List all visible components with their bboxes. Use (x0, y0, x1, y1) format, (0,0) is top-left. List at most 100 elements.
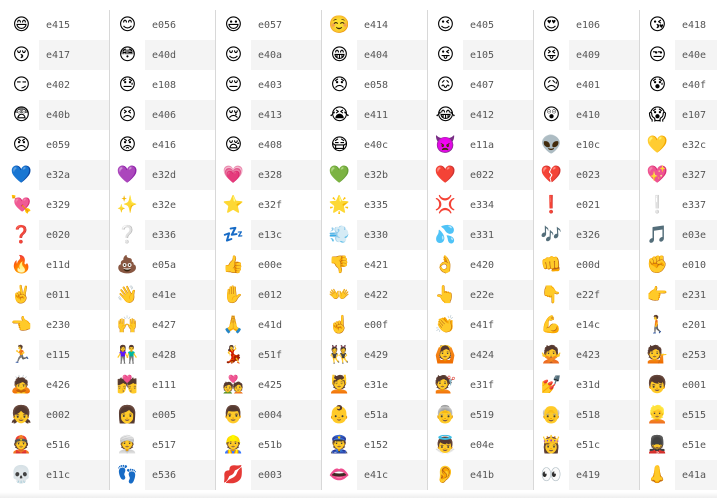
emoji-code-label: e420 (463, 250, 534, 280)
emoji-code-label: e412 (463, 100, 534, 130)
emoji-code-label: e201 (675, 310, 717, 340)
emoji-code-label: e51c (569, 430, 640, 460)
emoji-code-label: e417 (39, 40, 110, 70)
tongue-wink-face-icon: 😜 (428, 40, 463, 70)
squinting-tongue-face-icon: 😝 (534, 40, 569, 70)
emoji-code-label: e335 (357, 190, 428, 220)
emoji-code-label: e51b (251, 430, 322, 460)
emoji-code-label: e41a (675, 460, 717, 490)
emoji-code-label: e001 (675, 370, 717, 400)
emoji-code-label: e32b (357, 160, 428, 190)
nail-polish-icon: 💅 (534, 370, 569, 400)
emoji-code-label: e41e (145, 280, 216, 310)
beaming-face-icon: 😁 (322, 40, 357, 70)
emoji-code-label: e107 (675, 100, 717, 130)
emoji-code-label: e403 (251, 70, 322, 100)
emoji-code-label: e428 (145, 340, 216, 370)
folded-hands-icon: 🙏 (216, 310, 251, 340)
emoji-code-label: e423 (569, 340, 640, 370)
table-row: 💘 e329 ✨ e32e ⭐ e32f 🌟 e335 💢 e334 ❗ e021 ❕ e337 (4, 190, 717, 220)
emoji-code-label: e05a (145, 250, 216, 280)
emoji-code-label: e327 (675, 160, 717, 190)
purple-heart-icon: 💜 (110, 160, 145, 190)
smiling-face-icon: 😄 (4, 10, 39, 40)
pink-heart-icon: 💗 (216, 160, 251, 190)
screaming-face-icon: 😱 (640, 100, 675, 130)
alien-icon: 👽 (534, 130, 569, 160)
man-icon: 👨 (216, 400, 251, 430)
heart-eyes-face-icon: 😍 (534, 10, 569, 40)
question-mark-icon: ❔ (110, 220, 145, 250)
construction-worker-icon: 👷 (216, 430, 251, 460)
table-row: 👧 e002 👩 e005 👨 e004 👶 e51a 👵 e519 👴 e518 👱 e515 (4, 400, 717, 430)
tears-of-joy-face-icon: 😂 (428, 100, 463, 130)
emoji-code-label: e32c (675, 130, 717, 160)
emoji-code-label: e011 (39, 280, 110, 310)
face-massage-icon: 💆 (322, 370, 357, 400)
emoji-code-label: e32e (145, 190, 216, 220)
sweat-droplets-icon: 💦 (428, 220, 463, 250)
ear-icon: 👂 (428, 460, 463, 490)
emoji-code-label: e40a (251, 40, 322, 70)
winking-face-icon: 😉 (428, 10, 463, 40)
index-up-icon: ☝️ (322, 310, 357, 340)
emoji-code-label: e32f (251, 190, 322, 220)
emoji-code-label: e326 (569, 220, 640, 250)
exclamation-icon: ❗ (534, 190, 569, 220)
raised-hand-icon: ✋ (216, 280, 251, 310)
kissing-heart-face-icon: 😘 (640, 10, 675, 40)
nose-icon: 👃 (640, 460, 675, 490)
emoji-code-label: e426 (39, 370, 110, 400)
emoji-code-label: e002 (39, 400, 110, 430)
emoji-code-label: e057 (251, 10, 322, 40)
emoji-code-label: e421 (357, 250, 428, 280)
emoji-code-label: e519 (463, 400, 534, 430)
table-row: 👲 e516 👳 e517 👷 e51b 👮 e152 👼 e04e 👸 e51c 💂 e51e (4, 430, 717, 460)
red-heart-icon: ❤️ (428, 160, 463, 190)
emoji-code-label: e03e (675, 220, 717, 250)
emoji-code-label: e424 (463, 340, 534, 370)
unamused-face-icon: 😒 (640, 40, 675, 70)
table-row: ❓ e020 ❔ e336 💤 e13c 💨 e330 💦 e331 🎶 e326 🎵 e03e (4, 220, 717, 250)
emoji-code-label: e515 (675, 400, 717, 430)
thumbs-down-icon: 👎 (322, 250, 357, 280)
haircut-icon: 💇 (428, 370, 463, 400)
table-row: 😄 e415 😊 e056 😃 e057 ☺️ e414 😉 e405 😍 e106 😘 e418 (4, 10, 717, 40)
emoji-code-label: e407 (463, 70, 534, 100)
blond-person-icon: 👱 (640, 400, 675, 430)
flushed-face-icon: 😳 (110, 40, 145, 70)
raised-hands-icon: 🙌 (110, 310, 145, 340)
emoji-code-label: e41f (463, 310, 534, 340)
emoji-code-label: e04e (463, 430, 534, 460)
man-with-turban-icon: 👳 (110, 430, 145, 460)
emoji-code-label: e401 (569, 70, 640, 100)
sweat-face-icon: 😓 (110, 70, 145, 100)
bunny-dancers-icon: 👯 (322, 340, 357, 370)
zzz-icon: 💤 (216, 220, 251, 250)
emoji-code-label: e115 (39, 340, 110, 370)
fire-icon: 🔥 (4, 250, 39, 280)
emoji-code-label: e41b (463, 460, 534, 490)
fist-bump-icon: 👊 (534, 250, 569, 280)
footprints-icon: 👣 (110, 460, 145, 490)
crying-face-icon: 😢 (216, 100, 251, 130)
table-row: 😏 e402 😓 e108 😔 e403 😞 e058 😖 e407 😥 e401 😰 e40f (4, 70, 717, 100)
emoji-code-label: e404 (357, 40, 428, 70)
angry-face-icon: 😠 (4, 130, 39, 160)
sparkling-heart-icon: 💖 (640, 160, 675, 190)
broken-heart-icon: 💔 (534, 160, 569, 190)
sad-relieved-face-icon: 😥 (534, 70, 569, 100)
bottom-shadow (0, 492, 717, 498)
eyes-icon: 👀 (534, 460, 569, 490)
emoji-code-label: e331 (463, 220, 534, 250)
emoji-code-table: 😄 e415 😊 e056 😃 e057 ☺️ e414 😉 e405 😍 e106 😘 e418 😚 e41… (4, 10, 717, 490)
emoji-code-label: e40e (675, 40, 717, 70)
emoji-code-label: e413 (251, 100, 322, 130)
anger-symbol-icon: 💢 (428, 190, 463, 220)
skull-icon: 💀 (4, 460, 39, 490)
emoji-code-label: e10c (569, 130, 640, 160)
emoji-code-label: e517 (145, 430, 216, 460)
musical-notes-icon: 🎶 (534, 220, 569, 250)
star-icon: ⭐ (216, 190, 251, 220)
open-hands-icon: 👐 (322, 280, 357, 310)
